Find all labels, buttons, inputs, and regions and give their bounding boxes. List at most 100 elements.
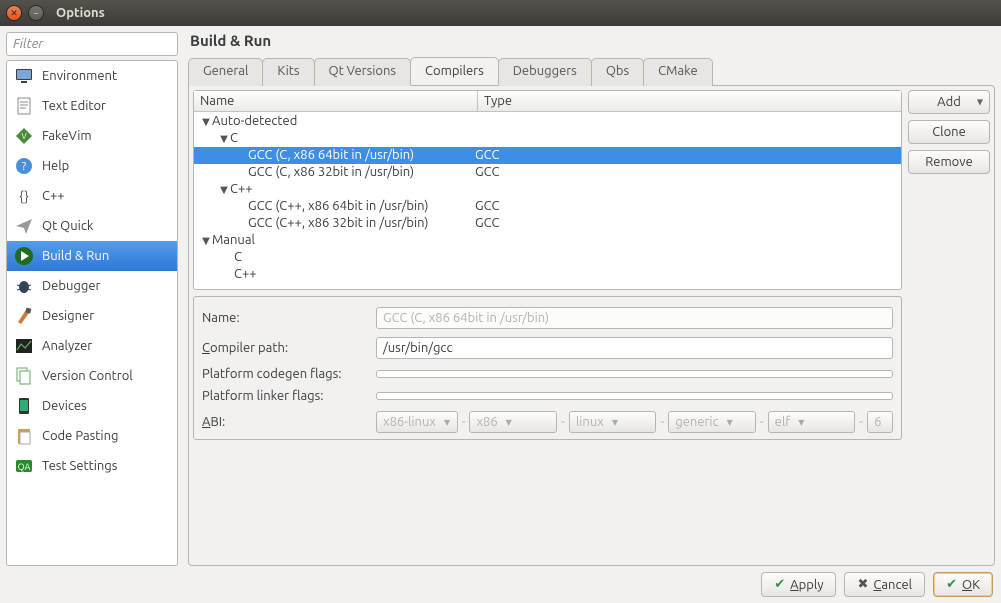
sidebar-item-debugger[interactable]: Debugger (7, 271, 177, 301)
tree-row-manual-cpp[interactable]: C++ (194, 266, 901, 283)
paintbrush-icon (14, 306, 34, 326)
svg-text:V: V (21, 132, 26, 141)
linker-flags-input[interactable] (376, 392, 893, 400)
sidebar-item-label: Debugger (42, 279, 100, 293)
tab-bar: General Kits Qt Versions Compilers Debug… (188, 57, 995, 85)
sidebar-item-cpp[interactable]: {} C++ (7, 181, 177, 211)
sidebar-item-analyzer[interactable]: Analyzer (7, 331, 177, 361)
column-header-type[interactable]: Type (478, 91, 901, 111)
tab-general[interactable]: General (188, 58, 263, 86)
chevron-down-icon: ▼ (977, 98, 983, 107)
sidebar-item-fakevim[interactable]: V FakeVim (7, 121, 177, 151)
add-button[interactable]: Add▼ (908, 90, 990, 114)
tree-subgroup-c[interactable]: ▼C (194, 130, 901, 147)
chevron-down-icon: ▼ (798, 418, 804, 427)
sidebar-item-code-pasting[interactable]: Code Pasting (7, 421, 177, 451)
tree-row-manual-c[interactable]: C (194, 249, 901, 266)
tree-row-gcc-c64[interactable]: GCC (C, x86 64bit in /usr/bin) GCC (194, 147, 901, 164)
tree-row-gcc-cpp32[interactable]: GCC (C++, x86 32bit in /usr/bin) GCC (194, 215, 901, 232)
tab-debuggers[interactable]: Debuggers (498, 58, 592, 86)
sidebar-item-label: Build & Run (42, 249, 109, 263)
sidebar-item-help[interactable]: ? Help (7, 151, 177, 181)
column-header-name[interactable]: Name (194, 91, 478, 111)
cancel-button[interactable]: ✖ Cancel (844, 572, 925, 597)
monitor-icon (14, 66, 34, 86)
filter-input[interactable]: Filter (6, 32, 178, 56)
braces-icon: {} (14, 186, 34, 206)
tab-compilers[interactable]: Compilers (410, 57, 499, 85)
sidebar-item-label: Test Settings (42, 459, 117, 473)
svg-text:{}: {} (19, 188, 29, 204)
name-input[interactable]: GCC (C, x86 64bit in /usr/bin) (376, 307, 893, 329)
sidebar-item-label: Designer (42, 309, 94, 323)
tree-row-gcc-c32[interactable]: GCC (C, x86 32bit in /usr/bin) GCC (194, 164, 901, 181)
sidebar-item-environment[interactable]: Environment (7, 61, 177, 91)
window-minimize-button[interactable]: – (28, 5, 44, 21)
chart-icon (14, 336, 34, 356)
compilers-panel: Name Type ▼Auto-detected ▼C (188, 85, 995, 566)
sidebar-item-label: Code Pasting (42, 429, 118, 443)
codegen-flags-input[interactable] (376, 370, 893, 378)
sidebar-item-text-editor[interactable]: Text Editor (7, 91, 177, 121)
chevron-down-icon[interactable]: ▼ (218, 181, 230, 198)
tree-group-auto[interactable]: ▼Auto-detected (194, 113, 901, 130)
apply-button[interactable]: ✔ Apply (761, 572, 836, 597)
sidebar-item-designer[interactable]: Designer (7, 301, 177, 331)
tree-subgroup-cpp[interactable]: ▼C++ (194, 181, 901, 198)
abi-sub-select[interactable]: x86▼ (469, 411, 557, 433)
tab-qbs[interactable]: Qbs (591, 58, 644, 86)
compiler-path-input[interactable]: /usr/bin/gcc (376, 337, 893, 359)
abi-fmt-select[interactable]: elf▼ (768, 411, 856, 433)
tab-kits[interactable]: Kits (262, 58, 314, 86)
sidebar-item-label: Environment (42, 69, 117, 83)
window-close-button[interactable]: ✕ (6, 5, 22, 21)
page-title: Build & Run (188, 32, 995, 57)
chevron-down-icon[interactable]: ▼ (218, 130, 230, 147)
abi-arch-select[interactable]: x86-linux▼ (376, 411, 458, 433)
sidebar-item-label: Analyzer (42, 339, 92, 353)
sidebar-item-label: Version Control (42, 369, 133, 383)
tree-group-manual[interactable]: ▼Manual (194, 232, 901, 249)
svg-text:QA: QA (18, 462, 31, 472)
hammer-run-icon (14, 246, 34, 266)
sidebar-item-label: Help (42, 159, 69, 173)
bug-icon (14, 276, 34, 296)
label-codegen-flags: Platform codegen flags: (202, 367, 370, 381)
qa-icon: QA (14, 456, 34, 476)
svg-text:?: ? (22, 161, 26, 173)
chevron-down-icon[interactable]: ▼ (200, 232, 212, 249)
chevron-down-icon: ▼ (444, 418, 450, 427)
clone-button[interactable]: Clone (908, 120, 990, 144)
document-icon (14, 96, 34, 116)
sidebar-item-label: C++ (42, 189, 65, 203)
abi-flavor-select[interactable]: generic▼ (668, 411, 756, 433)
clipboard-icon (14, 426, 34, 446)
sidebar-item-test-settings[interactable]: QA Test Settings (7, 451, 177, 481)
check-icon: ✔ (946, 577, 957, 592)
tablet-icon (14, 396, 34, 416)
abi-width-select[interactable]: 6 (867, 411, 893, 433)
vim-icon: V (14, 126, 34, 146)
tab-qt-versions[interactable]: Qt Versions (314, 58, 412, 86)
sidebar-item-qtquick[interactable]: Qt Quick (7, 211, 177, 241)
label-abi: ABI: (202, 415, 370, 429)
compilers-tree[interactable]: Name Type ▼Auto-detected ▼C (193, 90, 902, 290)
sidebar-item-label: Devices (42, 399, 87, 413)
close-icon: ✖ (857, 577, 868, 592)
sidebar-item-version-control[interactable]: Version Control (7, 361, 177, 391)
chevron-down-icon[interactable]: ▼ (200, 113, 212, 130)
chevron-down-icon: ▼ (506, 418, 512, 427)
tree-row-gcc-cpp64[interactable]: GCC (C++, x86 64bit in /usr/bin) GCC (194, 198, 901, 215)
check-icon: ✔ (774, 577, 785, 592)
tab-cmake[interactable]: CMake (643, 58, 712, 86)
label-linker-flags: Platform linker flags: (202, 389, 370, 403)
chevron-down-icon: ▼ (727, 418, 733, 427)
remove-button[interactable]: Remove (908, 150, 990, 174)
window-titlebar: ✕ – Options (0, 0, 1001, 26)
help-icon: ? (14, 156, 34, 176)
abi-os-select[interactable]: linux▼ (569, 411, 657, 433)
ok-button[interactable]: ✔ OK (933, 572, 993, 597)
sidebar-item-label: Qt Quick (42, 219, 93, 233)
sidebar-item-build-run[interactable]: Build & Run (7, 241, 177, 271)
sidebar-item-devices[interactable]: Devices (7, 391, 177, 421)
